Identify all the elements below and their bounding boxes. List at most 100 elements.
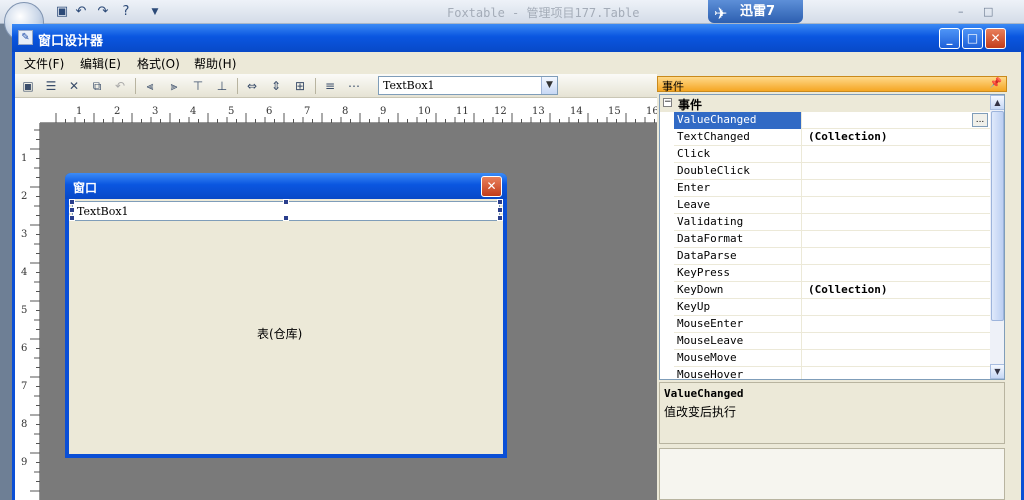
collapse-icon[interactable]: − xyxy=(663,98,672,107)
property-value[interactable] xyxy=(805,265,990,282)
resize-handle[interactable] xyxy=(69,199,75,205)
property-grid: − 事件 ValueChanged... TextChanged (Collecti… xyxy=(659,94,1005,380)
ruler-label: 4 xyxy=(190,106,197,117)
ellipsis-button[interactable]: ... xyxy=(972,113,988,127)
resize-handle[interactable] xyxy=(497,199,503,205)
resize-handle[interactable] xyxy=(497,207,503,213)
dropdown-icon[interactable]: ▼ xyxy=(147,4,163,20)
property-value[interactable] xyxy=(805,316,990,333)
align-bottom-icon[interactable]: ⊥ xyxy=(213,77,231,95)
property-row[interactable]: KeyPress xyxy=(674,265,990,282)
description-box: ValueChanged 值改变后执行 xyxy=(659,382,1005,444)
resize-handle[interactable] xyxy=(283,199,289,205)
property-row[interactable]: MouseHover xyxy=(674,367,990,379)
delete-icon[interactable]: ✕ xyxy=(65,77,83,95)
property-row[interactable]: MouseLeave xyxy=(674,333,990,350)
properties-icon[interactable]: ☰ xyxy=(42,77,60,95)
same-width-icon[interactable]: ⇔ xyxy=(243,77,261,95)
align-right-icon[interactable]: ⫸ xyxy=(165,77,183,95)
resize-handle[interactable] xyxy=(69,215,75,221)
xunlei-label: 迅雷7 xyxy=(740,4,776,19)
property-value[interactable] xyxy=(805,197,990,214)
property-row[interactable]: Click xyxy=(674,146,990,163)
property-grid-scrollbar[interactable]: ▲ ▼ xyxy=(990,95,1004,379)
copy-icon[interactable]: ⧉ xyxy=(88,77,106,95)
top-ruler-ticks xyxy=(55,113,655,123)
designed-form[interactable]: 窗口 ✕ TextBox1 表(仓库) xyxy=(65,173,507,458)
textbox-value: TextBox1 xyxy=(77,205,129,218)
property-row[interactable]: TextChanged (Collection) xyxy=(674,129,990,146)
property-row[interactable]: Enter xyxy=(674,180,990,197)
property-row[interactable]: MouseMove xyxy=(674,350,990,367)
form-title-bar: 窗口 ✕ xyxy=(65,173,507,199)
description-title: ValueChanged xyxy=(664,387,744,400)
property-name: Validating xyxy=(674,214,802,231)
menu-help[interactable]: 帮助(H) xyxy=(194,55,236,72)
properties-panel: 事件 📌 − 事件 ValueChanged... TextChanged (Col… xyxy=(657,74,1021,500)
property-row[interactable]: Validating xyxy=(674,214,990,231)
category-row[interactable]: − 事件 xyxy=(660,95,990,112)
undo-icon[interactable]: ↶ xyxy=(111,77,129,95)
property-value[interactable] xyxy=(805,299,990,316)
same-size-icon[interactable]: ⊞ xyxy=(291,77,309,95)
app-maximize-button[interactable]: □ xyxy=(983,5,993,18)
pin-icon[interactable]: 📌 xyxy=(990,78,1002,89)
xunlei-button[interactable]: ✈ 迅雷7 xyxy=(708,0,803,23)
property-row[interactable]: DataFormat xyxy=(674,231,990,248)
save-icon[interactable]: ▣ xyxy=(19,77,37,95)
minimize-button[interactable]: _ xyxy=(939,28,960,49)
scroll-down-icon[interactable]: ▼ xyxy=(990,364,1004,379)
property-value[interactable] xyxy=(805,146,990,163)
chevron-down-icon[interactable]: ▼ xyxy=(541,77,557,94)
same-height-icon[interactable]: ⇕ xyxy=(267,77,285,95)
resize-handle[interactable] xyxy=(497,215,503,221)
form-close-button[interactable]: ✕ xyxy=(481,176,502,197)
property-row[interactable]: DataParse xyxy=(674,248,990,265)
vertical-spacing-icon[interactable]: ≡ xyxy=(321,77,339,95)
design-canvas[interactable]: 1 2 3 4 5 6 7 8 9 10 11 12 13 14 15 16 123456789 窗口 ✕ T… xyxy=(15,98,659,500)
help-icon[interactable]: ? xyxy=(118,4,134,20)
property-name: KeyDown xyxy=(674,282,802,299)
property-value[interactable] xyxy=(805,367,990,379)
property-row[interactable]: ValueChanged... xyxy=(674,112,990,129)
app-minimize-button[interactable]: – xyxy=(958,5,964,18)
horizontal-spacing-icon[interactable]: ⋯ xyxy=(345,77,363,95)
property-value[interactable] xyxy=(805,163,990,180)
property-row[interactable]: DoubleClick xyxy=(674,163,990,180)
control-selector-combo[interactable]: TextBox1 ▼ xyxy=(378,76,558,95)
redo-icon[interactable]: ↷ xyxy=(95,4,111,20)
menu-file[interactable]: 文件(F) xyxy=(24,55,64,72)
property-value[interactable] xyxy=(805,180,990,197)
property-value[interactable] xyxy=(805,350,990,367)
align-top-icon[interactable]: ⊤ xyxy=(189,77,207,95)
align-left-icon[interactable]: ⫷ xyxy=(141,77,159,95)
resize-handle[interactable] xyxy=(283,215,289,221)
menu-edit[interactable]: 编辑(E) xyxy=(80,55,121,72)
property-value[interactable] xyxy=(805,333,990,350)
property-row[interactable]: KeyUp xyxy=(674,299,990,316)
property-value[interactable] xyxy=(805,112,990,129)
property-name: TextChanged xyxy=(674,129,802,146)
property-value[interactable] xyxy=(805,248,990,265)
form-body: TextBox1 表(仓库) xyxy=(69,199,503,454)
scroll-up-icon[interactable]: ▲ xyxy=(990,95,1004,110)
property-value[interactable] xyxy=(805,214,990,231)
property-row[interactable]: KeyDown (Collection) xyxy=(674,282,990,299)
property-value[interactable]: (Collection) xyxy=(805,282,990,299)
designer-toolbar: ▣ ☰ ✕ ⧉ ↶ ⫷ ⫸ ⊤ ⊥ ⇔ ⇕ ⊞ ≡ ⋯ TextBox1 ▼ xyxy=(15,74,657,98)
resize-handle[interactable] xyxy=(69,207,75,213)
property-value[interactable] xyxy=(805,231,990,248)
property-name: MouseEnter xyxy=(674,316,802,333)
property-name: Click xyxy=(674,146,802,163)
menu-format[interactable]: 格式(O) xyxy=(137,55,180,72)
property-row[interactable]: MouseEnter xyxy=(674,316,990,333)
scroll-thumb[interactable] xyxy=(991,111,1004,321)
undo-icon[interactable]: ↶ xyxy=(73,4,89,20)
maximize-button[interactable]: □ xyxy=(962,28,983,49)
properties-header-title: 事件 xyxy=(662,80,684,93)
close-button[interactable]: ✕ xyxy=(985,28,1006,49)
ruler-label: 5 xyxy=(21,305,28,316)
property-row[interactable]: Leave xyxy=(674,197,990,214)
save-icon[interactable]: ▣ xyxy=(54,4,70,20)
property-value[interactable]: (Collection) xyxy=(805,129,990,146)
